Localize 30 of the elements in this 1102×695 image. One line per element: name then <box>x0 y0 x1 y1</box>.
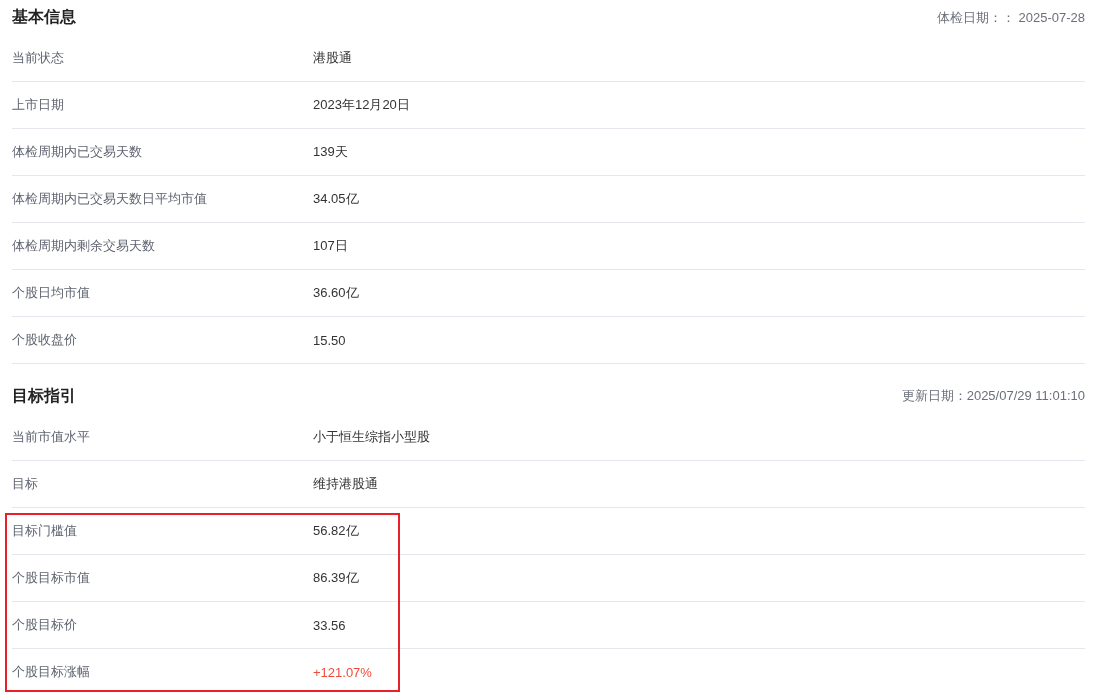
date-label: 更新日期：2025/07/29 11:01:10 <box>901 387 1085 405</box>
field-label: 目标 <box>12 475 39 493</box>
field-value: 15.50 <box>313 332 346 348</box>
field-label: 上市日期 <box>12 96 65 114</box>
field-value: 港股通 <box>313 49 352 67</box>
field-label: 目标门槛值 <box>12 522 78 540</box>
field-label: 个股目标市值 <box>12 569 91 587</box>
field-value: 107日 <box>313 237 348 255</box>
field-label: 体检周期内已交易天数日平均市值 <box>12 190 208 208</box>
field-label: 个股收盘价 <box>12 331 78 349</box>
field-label: 当前状态 <box>12 49 65 67</box>
section-title: 基本信息 <box>12 7 76 27</box>
field-value: 33.56 <box>313 617 346 633</box>
date-label: 体检日期：： 2025-07-28 <box>936 8 1085 27</box>
field-label: 当前市值水平 <box>12 428 91 446</box>
field-value: 2023年12月20日 <box>313 96 410 114</box>
field-label: 个股目标价 <box>12 616 78 634</box>
field-label: 体检周期内已交易天数 <box>12 143 143 161</box>
field-value: 139天 <box>313 143 348 161</box>
field-value: 36.60亿 <box>313 284 359 302</box>
field-value: 34.05亿 <box>313 190 359 208</box>
field-value: 86.39亿 <box>313 569 359 587</box>
field-label: 体检周期内剩余交易天数 <box>12 237 156 255</box>
field-value: +121.07% <box>313 664 372 680</box>
field-label: 个股日均市值 <box>12 284 91 302</box>
field-value: 56.82亿 <box>313 522 359 540</box>
field-value: 小于恒生综指小型股 <box>313 428 430 446</box>
field-label: 个股目标涨幅 <box>12 663 91 681</box>
section-title: 目标指引 <box>12 385 76 406</box>
field-value: 维持港股通 <box>313 475 378 493</box>
